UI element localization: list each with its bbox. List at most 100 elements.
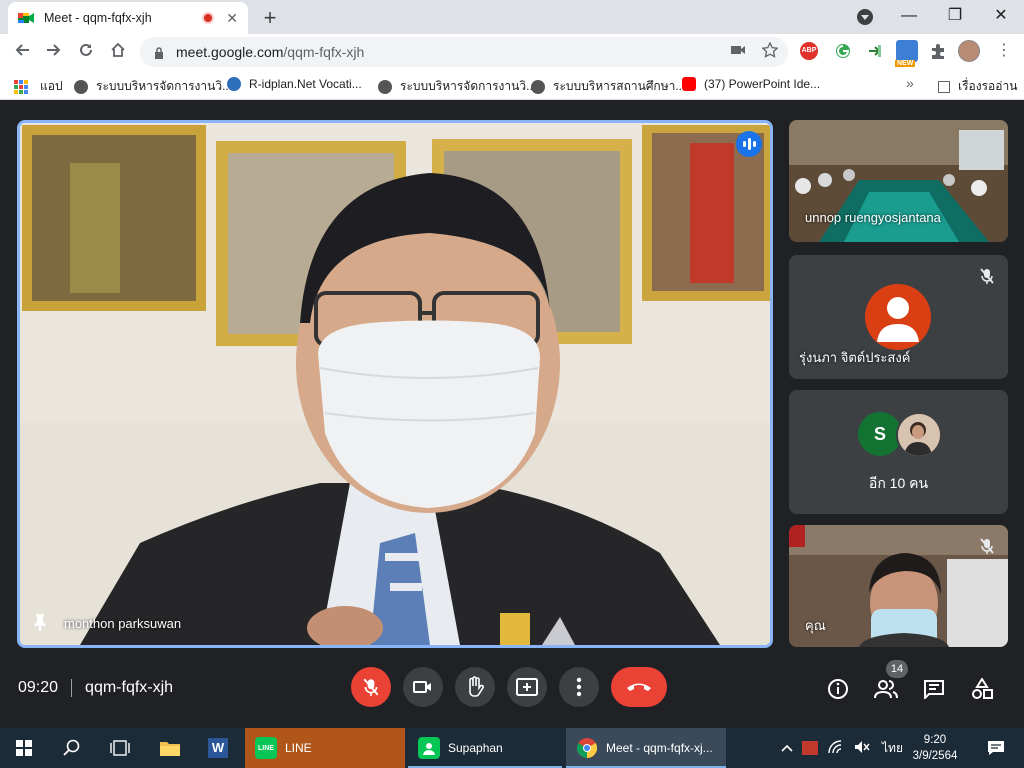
speaker-video (20, 123, 770, 645)
language-indicator[interactable]: ไทย (882, 739, 903, 758)
line-contact-icon (418, 737, 440, 759)
bookmark-item[interactable]: ระบบบริหารจัดการงานวิ... (378, 77, 536, 96)
tab-close-icon[interactable]: ✕ (226, 10, 238, 27)
tab-search-icon[interactable] (857, 9, 873, 25)
extensions-puzzle-icon[interactable] (929, 42, 947, 60)
present-icon (516, 678, 538, 696)
word-icon: W (208, 738, 228, 758)
browser-menu-icon[interactable]: ⋮ (996, 40, 1012, 60)
more-participants-label: อีก 10 คน (868, 475, 929, 491)
bookmarks-overflow-icon[interactable]: » (906, 75, 914, 91)
volume-muted-icon[interactable] (854, 740, 870, 757)
bookmark-label: ระบบบริหารจัดการงานวิ... (400, 79, 537, 93)
word-button[interactable]: W (196, 728, 240, 768)
participant-name: unnop ruengyosjantana (805, 210, 941, 225)
participant-tile[interactable]: unnop ruengyosjantana (789, 120, 1008, 242)
new-badge: NEW (895, 60, 916, 67)
task-view-icon (110, 740, 130, 756)
bookmark-item[interactable]: R-idplan.Net Vocati... (227, 77, 362, 91)
task-view-button[interactable] (96, 728, 144, 768)
tab-title: Meet - qqm-fqfx-xjh (44, 11, 152, 25)
reading-list-button[interactable]: เรื่องรออ่าน (938, 77, 1017, 96)
meeting-code: qqm-fqfx-xjh (85, 679, 174, 696)
chat-icon (924, 680, 944, 699)
hand-icon (469, 676, 484, 697)
main-speaker-tile[interactable]: monthon parksuwan (17, 120, 773, 648)
file-explorer-button[interactable] (148, 728, 192, 768)
browser-toolbar: meet.google.com/qqm-fqfx-xjh ABP NEW ⋮ (0, 34, 1024, 70)
self-view-tile[interactable]: คุณ (789, 525, 1008, 647)
participant-photo-avatar (896, 412, 942, 458)
notifications-button[interactable] (976, 728, 1016, 768)
address-bar[interactable]: meet.google.com/qqm-fqfx-xjh (140, 37, 788, 67)
bookmarks-bar: แอป ระบบบริหารจัดการงานวิ... R-idplan.Ne… (0, 70, 1024, 100)
r-idplan-icon (227, 77, 241, 91)
restore-button[interactable]: ❐ (932, 4, 978, 28)
extension-arrow-icon[interactable] (866, 42, 884, 60)
taskbar-app-supaphan[interactable]: Supaphan (408, 728, 562, 768)
recording-indicator-icon (202, 12, 215, 24)
bookmark-label: R-idplan.Net Vocati... (249, 77, 362, 91)
bookmark-item[interactable]: (37) PowerPoint Ide... (682, 77, 820, 91)
reload-icon[interactable] (74, 40, 98, 64)
bookmark-apps[interactable]: แอป (14, 77, 63, 96)
more-vert-icon (576, 677, 582, 697)
search-button[interactable] (48, 728, 96, 768)
taskbar-app-label: LINE (285, 741, 312, 755)
chat-button[interactable] (922, 677, 946, 701)
new-tab-button[interactable]: + (258, 5, 282, 31)
people-button[interactable] (874, 677, 898, 701)
forward-arrow-icon[interactable] (42, 40, 66, 64)
browser-tab-strip: Meet - qqm-fqfx-xjh ✕ + — ❐ ✕ (0, 0, 1024, 34)
grammar-extension-icon[interactable] (834, 42, 852, 60)
taskbar-app-line[interactable]: LINE LINE (245, 728, 405, 768)
meeting-time: 09:20 (18, 679, 59, 696)
bookmark-star-icon[interactable] (762, 42, 778, 58)
bookmark-apps-label: แอป (40, 79, 63, 93)
speaking-indicator-icon (736, 131, 762, 157)
bookmark-item[interactable]: ระบบบริหารจัดการงานวิ... (74, 77, 232, 96)
leave-call-button[interactable] (611, 667, 667, 707)
participant-tile[interactable]: รุ่งนภา จิตต์ประสงค์ (789, 255, 1008, 379)
tray-overflow-icon[interactable] (780, 741, 794, 755)
clock[interactable]: 9:20 3/9/2564 (905, 732, 965, 764)
globe-icon (74, 79, 88, 94)
folder-icon (160, 742, 180, 756)
bookmark-label: (37) PowerPoint Ide... (704, 77, 821, 91)
home-icon[interactable] (106, 40, 130, 64)
notification-icon (988, 741, 1004, 755)
globe-icon (378, 79, 392, 94)
taskbar-app-chrome[interactable]: Meet - qqm-fqfx-xj... (566, 728, 726, 768)
taskbar-app-label: Supaphan (448, 741, 503, 755)
pin-icon[interactable] (32, 613, 48, 631)
hang-up-icon (627, 683, 651, 691)
present-screen-button[interactable] (507, 667, 547, 707)
more-options-button[interactable] (559, 667, 599, 707)
line-icon: LINE (255, 737, 277, 759)
profile-avatar[interactable] (958, 40, 980, 62)
camera-in-use-icon[interactable] (730, 42, 746, 58)
network-icon[interactable] (828, 739, 844, 757)
activities-button[interactable] (970, 677, 994, 701)
clock-date: 3/9/2564 (912, 750, 958, 762)
close-window-button[interactable]: ✕ (978, 4, 1024, 28)
browser-tab-meet[interactable]: Meet - qqm-fqfx-xjh ✕ (8, 2, 248, 34)
adblock-extension-icon[interactable]: ABP (800, 42, 818, 60)
raise-hand-button[interactable] (455, 667, 495, 707)
participants-count-badge: 14 (886, 660, 908, 678)
default-avatar-icon (865, 284, 931, 350)
tray-app-icon[interactable] (802, 741, 818, 755)
camera-toggle-button[interactable] (403, 667, 443, 707)
back-arrow-icon[interactable] (10, 40, 34, 64)
new-extension-icon[interactable]: NEW (895, 40, 918, 67)
mic-toggle-button[interactable] (351, 667, 391, 707)
participant-name: รุ่งนภา จิตต์ประสงค์ (799, 350, 911, 365)
meeting-details-button[interactable] (826, 677, 850, 701)
minimize-button[interactable]: — (886, 4, 932, 28)
start-button[interactable] (0, 728, 48, 768)
self-name: คุณ (805, 618, 826, 633)
lock-icon (154, 47, 164, 59)
bookmark-item[interactable]: ระบบบริหารสถานศึกษา... (531, 77, 685, 96)
other-participants-tile[interactable]: S อีก 10 คน (789, 390, 1008, 514)
bookmark-label: ระบบบริหารสถานศึกษา... (553, 79, 686, 93)
